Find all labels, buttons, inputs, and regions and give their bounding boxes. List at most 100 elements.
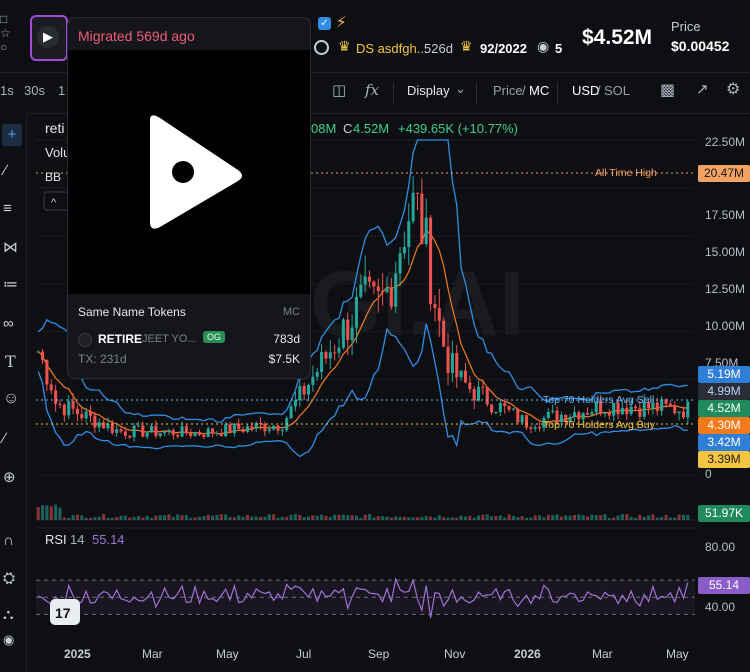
chevron-down-icon[interactable]: ⌄ — [455, 81, 466, 97]
same-name-mc-col: MC — [282, 306, 300, 318]
holders-age: 526d — [424, 41, 453, 56]
volume-bar — [237, 515, 241, 520]
trend-line-icon[interactable]: ∕ — [4, 162, 7, 179]
sol-toggle[interactable]: SOL — [604, 83, 630, 98]
candle-body — [407, 221, 411, 248]
volume-bar — [472, 517, 476, 520]
volume-bar — [346, 515, 350, 520]
volume-bar — [529, 517, 533, 520]
volume-bar — [350, 515, 354, 520]
search-icon[interactable] — [314, 40, 329, 55]
candle-body — [289, 406, 293, 419]
crosshair-icon[interactable]: + — [2, 124, 22, 146]
brush-icon[interactable]: ∞ — [3, 315, 14, 332]
candle-body — [350, 327, 354, 341]
volume-bar — [315, 515, 319, 520]
candle-body — [468, 382, 472, 390]
eye-icon[interactable]: ◉ — [3, 632, 14, 648]
candle-body — [363, 276, 367, 285]
volume-bar — [180, 515, 184, 520]
price-toggle[interactable]: Price — [493, 83, 523, 98]
volume-bar — [616, 515, 620, 520]
volume-bar — [433, 517, 437, 520]
fullscreen-icon[interactable]: ↗ — [696, 80, 709, 98]
candle-body — [677, 411, 681, 414]
settings-icon[interactable]: ⚙ — [726, 79, 740, 99]
volume-bar — [389, 517, 393, 520]
indicators-icon[interactable]: fx — [365, 81, 379, 99]
legend-collapse-icon[interactable]: ^ — [51, 197, 57, 209]
interval-30s[interactable]: 30s — [24, 83, 45, 98]
lock-alt-icon[interactable]: ⛬ — [3, 606, 14, 623]
display-menu[interactable]: Display — [407, 83, 450, 98]
volume-bar — [224, 514, 228, 520]
zoom-icon[interactable]: ⊕ — [3, 468, 16, 486]
token-mc: $7.5K — [268, 352, 300, 366]
watchers: 5 — [555, 41, 563, 56]
search-icon[interactable]: ○ — [0, 40, 26, 54]
volume-bar — [245, 514, 249, 520]
volume-bar — [633, 517, 638, 520]
emoji-icon[interactable]: ☺ — [3, 390, 19, 408]
top70-sell-label: Top 70 Holders Avg Sell — [543, 394, 654, 406]
volume-bar — [189, 517, 193, 520]
lock-icon[interactable]: ⛭ — [3, 570, 15, 587]
verified-icon: ✓ — [318, 17, 331, 30]
camera-icon[interactable]: ▩ — [660, 80, 675, 100]
magnet-icon[interactable]: ∩ — [3, 532, 14, 549]
ruler-icon[interactable]: ∕ — [3, 430, 6, 447]
volume-bar — [420, 516, 424, 520]
candle-body — [132, 425, 136, 438]
video-preview[interactable] — [68, 50, 310, 294]
og-badge: OG — [203, 331, 226, 343]
volume-bar — [154, 515, 158, 520]
volume-bar — [555, 514, 559, 520]
candle-body — [211, 428, 215, 434]
candle-body — [507, 406, 511, 410]
candle-body — [516, 408, 520, 423]
candle-body — [673, 405, 677, 414]
time-label: Sep — [368, 647, 390, 661]
bolt-icon: ⚡ — [336, 14, 347, 31]
token-avatar[interactable]: ▶ — [30, 15, 68, 61]
volume-bar — [62, 517, 66, 520]
same-name-token-row[interactable]: RETIRE JEET YO... OG 783d TX: 231d $7.5K — [68, 328, 310, 376]
candle-type-icon[interactable]: ◫ — [332, 81, 346, 99]
candle-body — [163, 431, 167, 434]
star-icon[interactable]: ☆ — [0, 26, 26, 40]
legend-change: +439.65K (+10.77%) — [398, 121, 518, 136]
volume-bar — [241, 516, 245, 520]
interval-1s[interactable]: 1s — [0, 83, 14, 98]
candle-body — [176, 435, 180, 437]
candle-body — [424, 217, 428, 245]
play-icon[interactable] — [68, 50, 310, 294]
token-name: RETIRE — [98, 332, 143, 346]
mc-toggle[interactable]: MC — [529, 83, 549, 98]
candle-body — [625, 407, 629, 415]
fib-icon[interactable]: ≔ — [3, 275, 18, 293]
copy-icon[interactable]: □ — [0, 12, 26, 26]
candle-body — [368, 276, 372, 282]
ath-label: All Time High — [595, 167, 657, 179]
interval-1[interactable]: 1 — [58, 83, 65, 98]
horizontal-lines-icon[interactable]: ≡ — [3, 200, 12, 217]
candle-body — [145, 432, 149, 437]
pattern-icon[interactable]: ⋈ — [3, 238, 18, 256]
candle-body — [193, 432, 197, 436]
price-badge: 20.47M — [698, 165, 750, 182]
volume-bar — [328, 516, 332, 520]
dev-label[interactable]: DS asdfgh... — [356, 41, 428, 56]
volume-bar — [446, 517, 450, 520]
volume-bar — [106, 517, 110, 520]
volume-bar — [594, 515, 598, 520]
volume-bar — [337, 514, 341, 520]
text-icon[interactable]: T — [5, 352, 16, 371]
volume-bar — [494, 515, 498, 520]
usd-toggle[interactable]: USD — [572, 83, 599, 98]
volume-bar — [612, 517, 616, 520]
tradingview-logo[interactable]: 17 — [50, 599, 80, 625]
volume-bar — [459, 515, 463, 520]
volume-bar — [385, 516, 389, 520]
market-cap: $4.52M — [582, 26, 653, 49]
volume-bar — [577, 514, 581, 520]
